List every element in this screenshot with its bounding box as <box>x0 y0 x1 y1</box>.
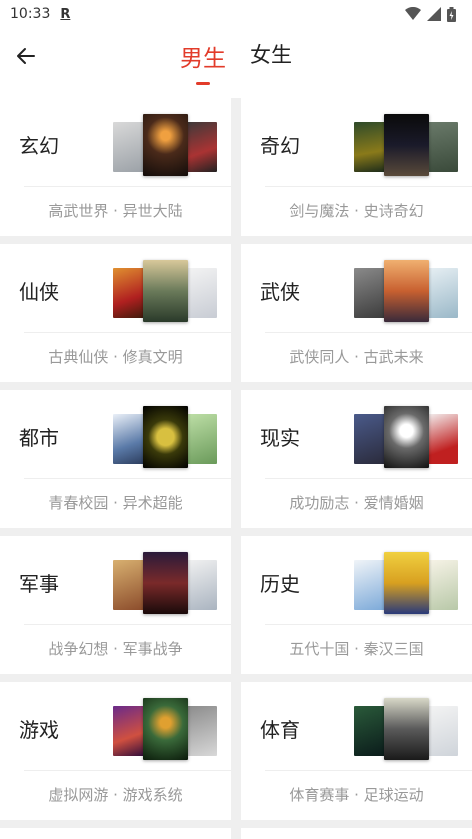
category-subtitle: 剑与魔法 · 史诗奇幻 <box>289 202 424 220</box>
tab-active-indicator <box>196 82 210 85</box>
tab-female-label: 女生 <box>250 43 292 67</box>
book-covers <box>354 406 460 468</box>
status-bar: 10:33 R <box>0 0 472 28</box>
book-cover <box>113 122 147 172</box>
book-cover <box>113 706 147 756</box>
category-grid: 玄幻 高武世界 · 异世大陆 奇幻 剑与魔法 · 史诗奇幻 仙侠 古典仙侠 · … <box>0 98 472 839</box>
card-divider <box>24 770 231 771</box>
signal-icon <box>427 7 441 21</box>
category-card-partial[interactable] <box>241 828 472 839</box>
book-cover <box>384 698 429 760</box>
book-cover <box>354 122 388 172</box>
category-title: 奇幻 <box>260 134 300 158</box>
card-divider <box>24 186 231 187</box>
category-subtitle: 武侠同人 · 古武未来 <box>289 348 424 366</box>
book-covers <box>354 698 460 760</box>
card-divider <box>265 186 472 187</box>
category-subtitle: 战争幻想 · 军事战争 <box>48 640 183 658</box>
book-cover <box>143 114 188 176</box>
status-time: 10:33 <box>10 6 51 22</box>
book-cover <box>424 268 458 318</box>
tab-female[interactable]: 女生 <box>250 39 292 69</box>
book-cover <box>384 114 429 176</box>
category-card-xianshi[interactable]: 现实 成功励志 · 爱情婚姻 <box>241 390 472 528</box>
category-title: 现实 <box>260 426 300 450</box>
category-title: 都市 <box>19 426 59 450</box>
arrow-left-icon <box>17 48 35 64</box>
book-cover <box>384 552 429 614</box>
next-row-partial <box>0 828 472 839</box>
card-divider <box>265 624 472 625</box>
book-covers <box>113 698 219 760</box>
book-cover <box>143 260 188 322</box>
category-subtitle: 高武世界 · 异世大陆 <box>48 202 183 220</box>
book-cover <box>354 706 388 756</box>
category-title: 历史 <box>260 572 300 596</box>
book-cover <box>354 414 388 464</box>
wifi-icon <box>405 7 421 20</box>
book-covers <box>354 552 460 614</box>
category-card-xuanhuan[interactable]: 玄幻 高武世界 · 异世大陆 <box>0 98 231 236</box>
category-title: 玄幻 <box>19 134 59 158</box>
book-covers <box>354 260 460 322</box>
category-card-tiyu[interactable]: 体育 体育赛事 · 足球运动 <box>241 682 472 820</box>
category-title: 游戏 <box>19 718 59 742</box>
book-cover <box>384 406 429 468</box>
card-divider <box>24 624 231 625</box>
book-cover <box>354 560 388 610</box>
category-subtitle: 成功励志 · 爱情婚姻 <box>289 494 424 512</box>
category-card-junshi[interactable]: 军事 战争幻想 · 军事战争 <box>0 536 231 674</box>
book-cover <box>183 560 217 610</box>
book-cover <box>143 406 188 468</box>
card-divider <box>265 332 472 333</box>
card-divider <box>24 332 231 333</box>
category-card-partial[interactable] <box>0 828 231 839</box>
header: 男生 女生 <box>0 28 472 98</box>
book-cover <box>113 560 147 610</box>
book-cover <box>354 268 388 318</box>
book-cover <box>183 122 217 172</box>
book-cover <box>183 706 217 756</box>
book-cover <box>183 268 217 318</box>
book-cover <box>424 122 458 172</box>
notification-r-icon: R <box>60 6 71 22</box>
card-divider <box>265 478 472 479</box>
book-cover <box>183 414 217 464</box>
book-cover <box>143 552 188 614</box>
book-cover <box>113 414 147 464</box>
category-title: 体育 <box>260 718 300 742</box>
category-title: 武侠 <box>260 280 300 304</box>
battery-icon <box>447 6 456 22</box>
book-covers <box>113 552 219 614</box>
category-subtitle: 体育赛事 · 足球运动 <box>289 786 424 804</box>
category-card-xianxia[interactable]: 仙侠 古典仙侠 · 修真文明 <box>0 244 231 382</box>
book-cover <box>113 268 147 318</box>
card-divider <box>265 770 472 771</box>
category-card-lishi[interactable]: 历史 五代十国 · 秦汉三国 <box>241 536 472 674</box>
book-cover <box>424 560 458 610</box>
category-card-youxi[interactable]: 游戏 虚拟网游 · 游戏系统 <box>0 682 231 820</box>
category-subtitle: 青春校园 · 异术超能 <box>48 494 183 512</box>
category-card-dushi[interactable]: 都市 青春校园 · 异术超能 <box>0 390 231 528</box>
book-cover <box>424 706 458 756</box>
book-cover <box>143 698 188 760</box>
category-title: 军事 <box>19 572 59 596</box>
category-card-wuxia[interactable]: 武侠 武侠同人 · 古武未来 <box>241 244 472 382</box>
category-subtitle: 五代十国 · 秦汉三国 <box>289 640 424 658</box>
category-subtitle: 古典仙侠 · 修真文明 <box>48 348 183 366</box>
gender-tabs: 男生 女生 <box>180 39 292 85</box>
category-subtitle: 虚拟网游 · 游戏系统 <box>48 786 183 804</box>
tab-male[interactable]: 男生 <box>180 39 226 85</box>
book-cover <box>424 414 458 464</box>
tab-male-label: 男生 <box>180 46 226 72</box>
book-covers <box>113 406 219 468</box>
card-divider <box>24 478 231 479</box>
category-title: 仙侠 <box>19 280 59 304</box>
book-covers <box>354 114 460 176</box>
book-covers <box>113 114 219 176</box>
back-button[interactable] <box>10 40 42 72</box>
book-cover <box>384 260 429 322</box>
book-covers <box>113 260 219 322</box>
category-card-qihuan[interactable]: 奇幻 剑与魔法 · 史诗奇幻 <box>241 98 472 236</box>
